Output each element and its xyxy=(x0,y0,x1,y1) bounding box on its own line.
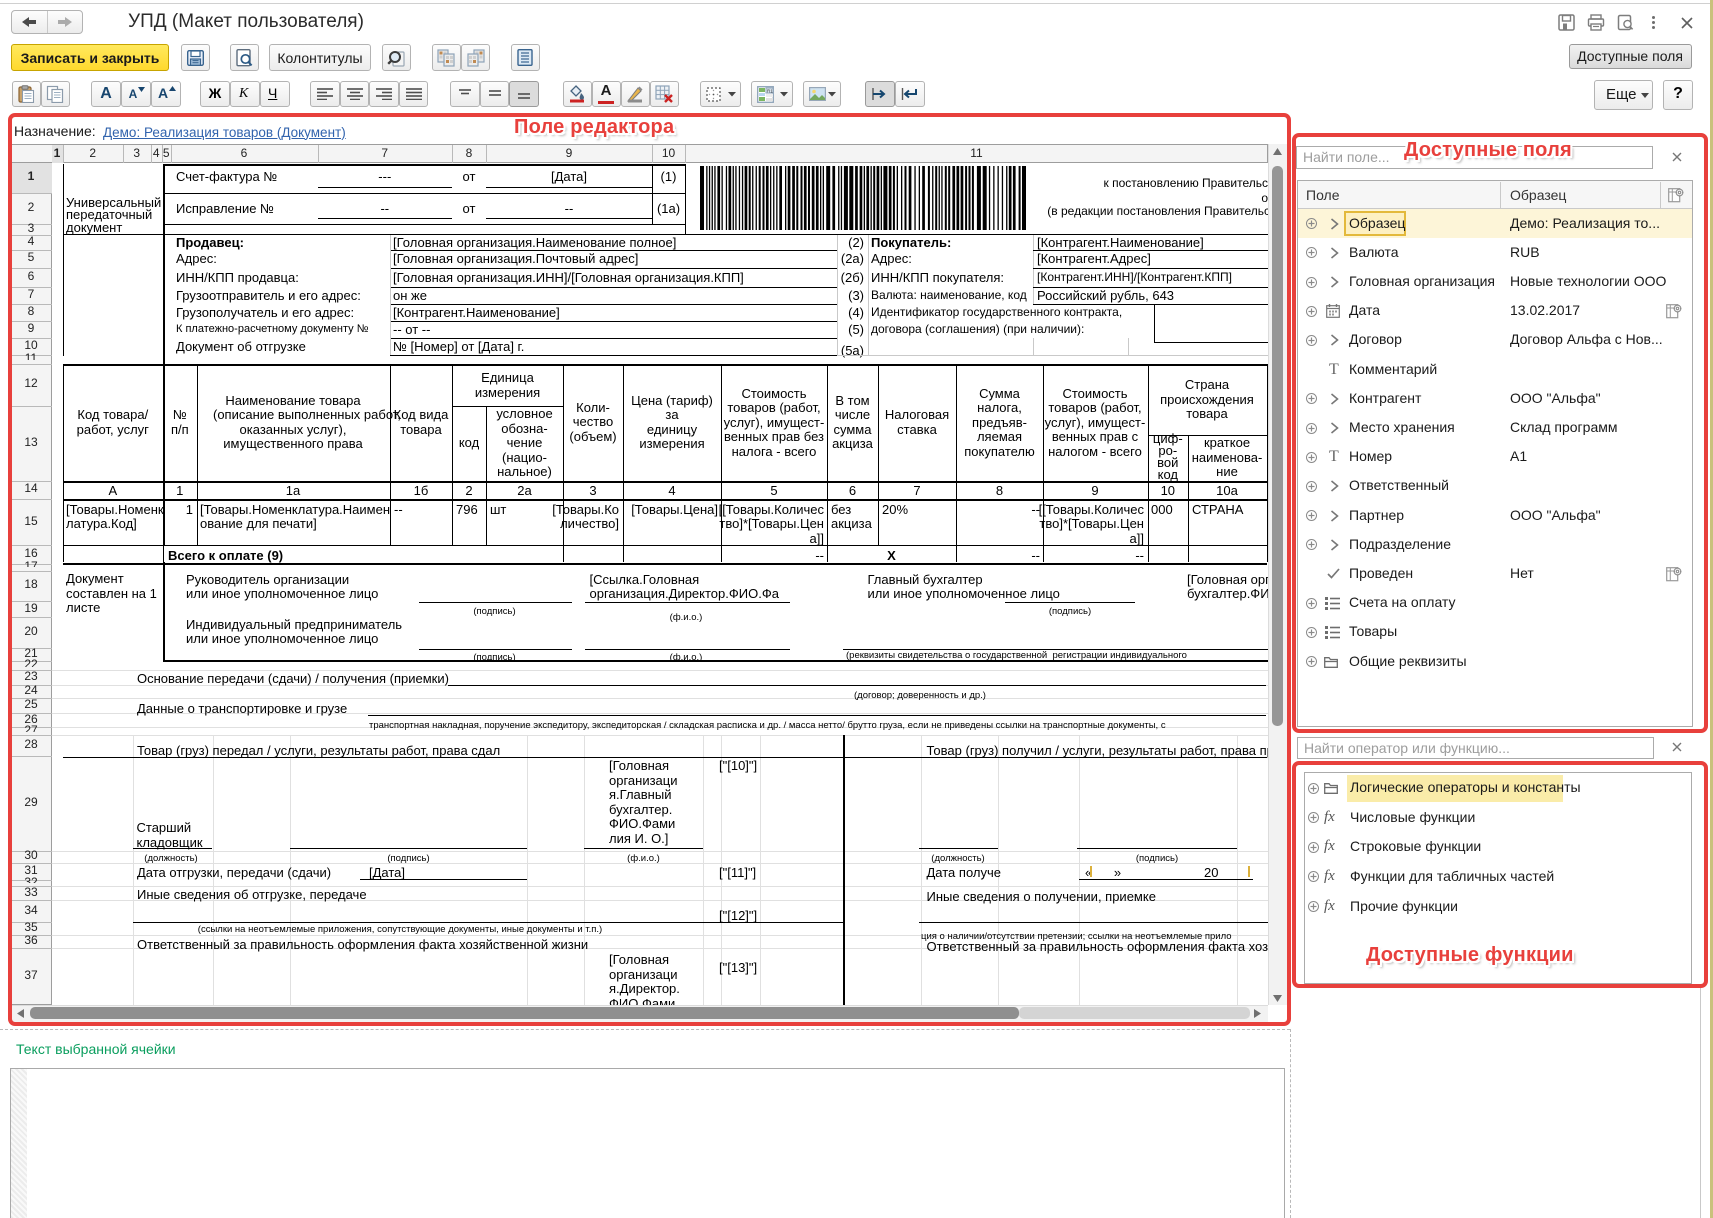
svg-text:R1: R1 xyxy=(767,88,773,93)
